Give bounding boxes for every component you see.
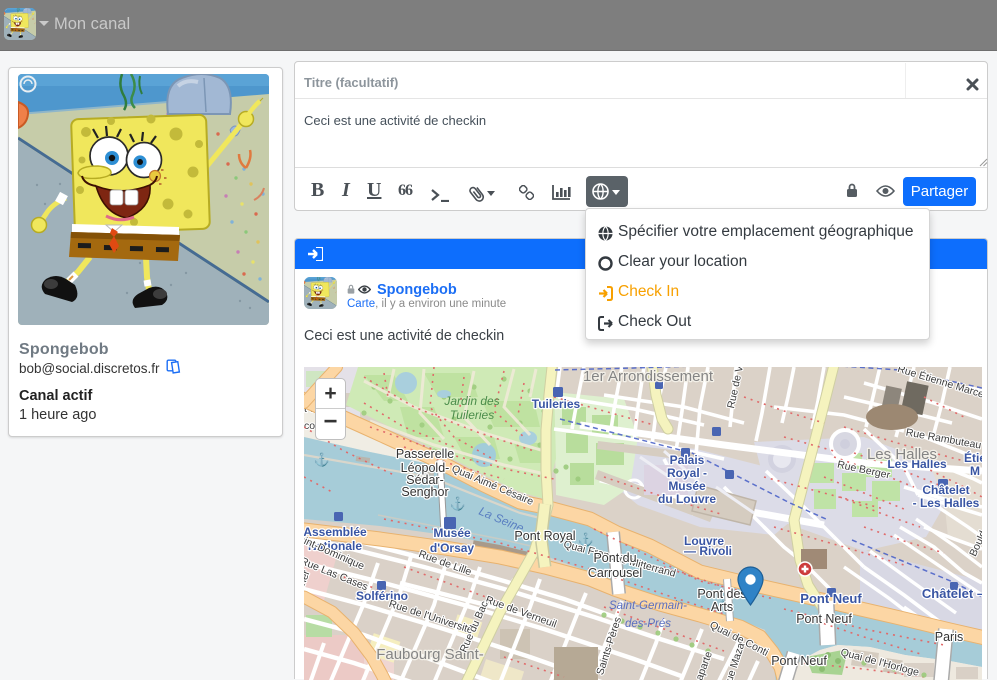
svg-text:des-Prés: des-Prés [625,618,671,630]
svg-text:M: M [970,464,980,478]
svg-text:Tuileries: Tuileries [450,408,494,422]
svg-text:Pont des: Pont des [697,587,746,601]
svg-text:Assemblée: Assemblée [304,525,367,539]
svg-text:Saint-Germain-: Saint-Germain- [609,600,687,612]
svg-text:Pont Neuf: Pont Neuf [796,612,852,626]
svg-text:du Louvre: du Louvre [658,492,716,506]
svg-text:Pont Royal: Pont Royal [514,529,575,543]
svg-text:⚓: ⚓ [314,452,330,467]
svg-text:Arts: Arts [711,600,733,614]
svg-text:Senghor: Senghor [401,485,448,499]
svg-text:Châtelet: Châtelet [922,483,969,497]
svg-text:Étie: Étie [964,450,982,465]
svg-text:Musée: Musée [433,526,471,540]
svg-text:Pont du: Pont du [593,551,636,565]
svg-text:co: co [304,420,315,432]
svg-text:Carrousel: Carrousel [588,566,642,580]
svg-text:Les Halles: Les Halles [867,446,937,463]
svg-text:Musée: Musée [668,479,706,493]
svg-text:Palais: Palais [670,453,705,467]
svg-text:Pont Neuf: Pont Neuf [800,591,862,606]
svg-text:Paris: Paris [935,630,963,644]
svg-text:Pont Neuf: Pont Neuf [771,654,827,668]
svg-text:- Les Halles: - Les Halles [913,496,980,510]
svg-text:Châtelet –: Châtelet – [922,586,982,601]
svg-text:1er Arrondissement: 1er Arrondissement [583,368,714,385]
svg-text:⚓: ⚓ [450,496,466,511]
svg-text:— Rivoli: — Rivoli [684,544,732,558]
svg-text:Tuileries: Tuileries [532,397,581,411]
svg-text:Passerelle: Passerelle [396,447,454,461]
svg-text:Royal -: Royal - [667,466,707,480]
svg-text:Jardin des: Jardin des [443,394,499,408]
